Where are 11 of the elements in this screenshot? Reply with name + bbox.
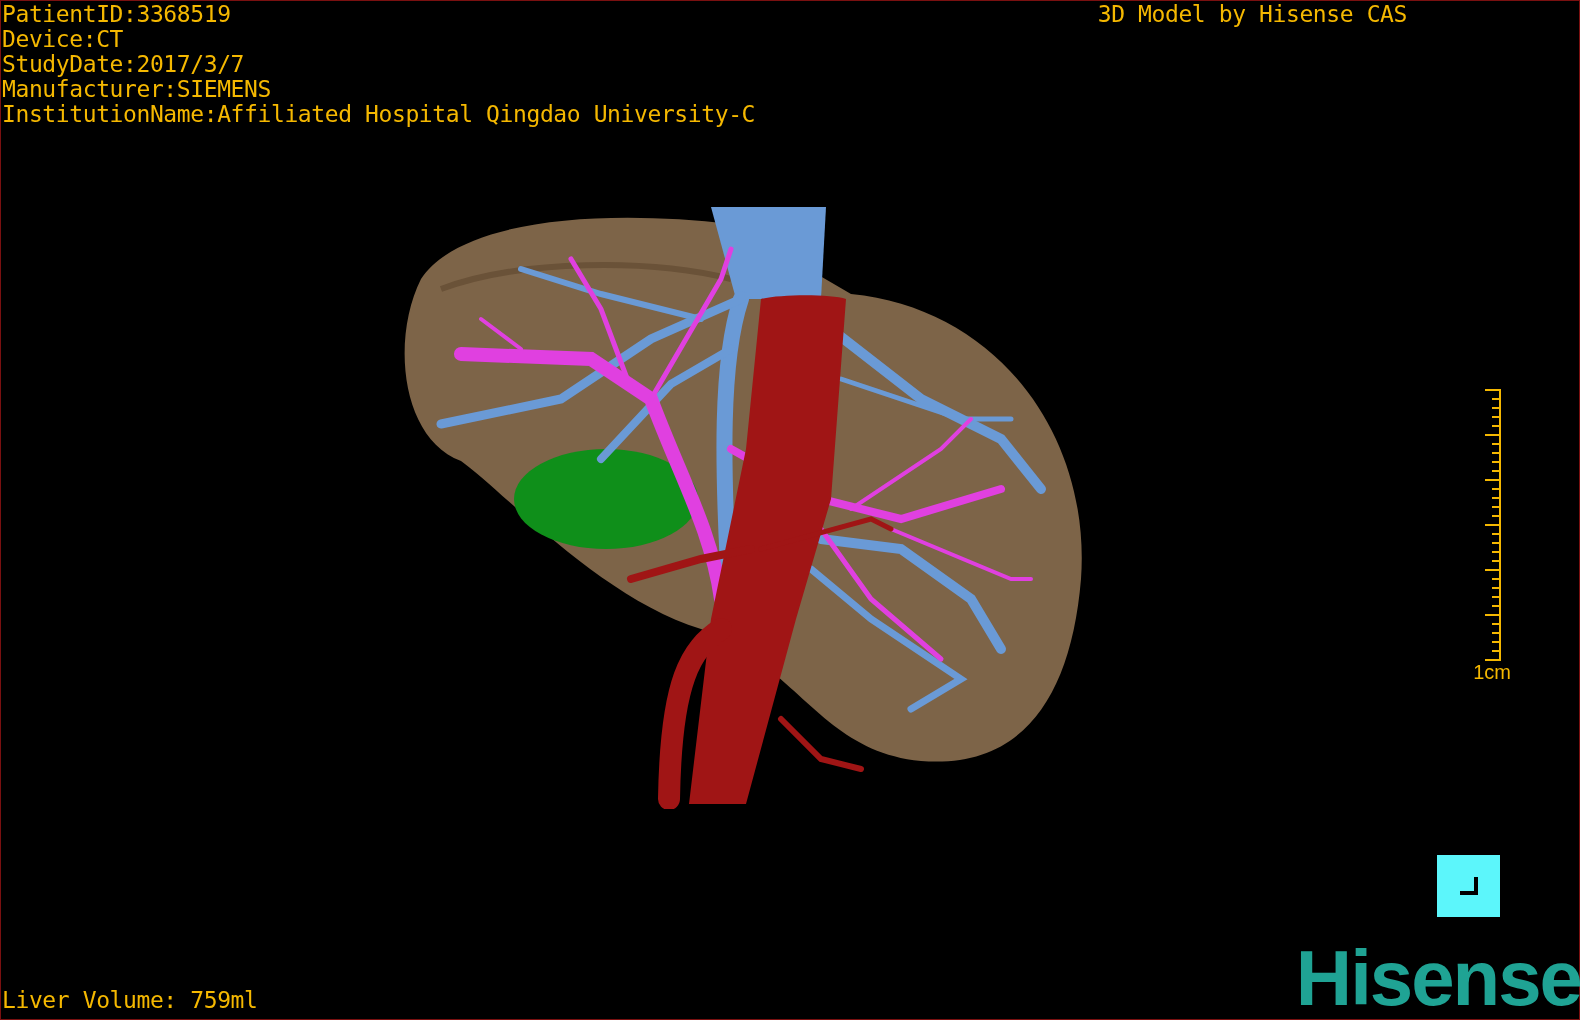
ruler-icon (1483, 389, 1503, 661)
study-info-text: PatientID:3368519 (2, 2, 232, 27)
study-info-text: Device:CT (2, 27, 125, 52)
viewer-title: 3D Model by Hisense CAS (1097, 2, 1407, 27)
liver-volume-text: Liver Volume: 759ml (2, 988, 258, 1013)
corner-icon (1457, 875, 1480, 897)
study-info-text: Manufacturer:SIEMENS (2, 77, 272, 102)
corner-button[interactable] (1437, 855, 1500, 917)
scale-label: 1cm (1473, 661, 1511, 683)
study-info-text: StudyDate:2017/3/7 (2, 52, 246, 77)
study-info-text: InstitutionName:Affiliated Hospital Qingdao University-C (2, 102, 756, 127)
